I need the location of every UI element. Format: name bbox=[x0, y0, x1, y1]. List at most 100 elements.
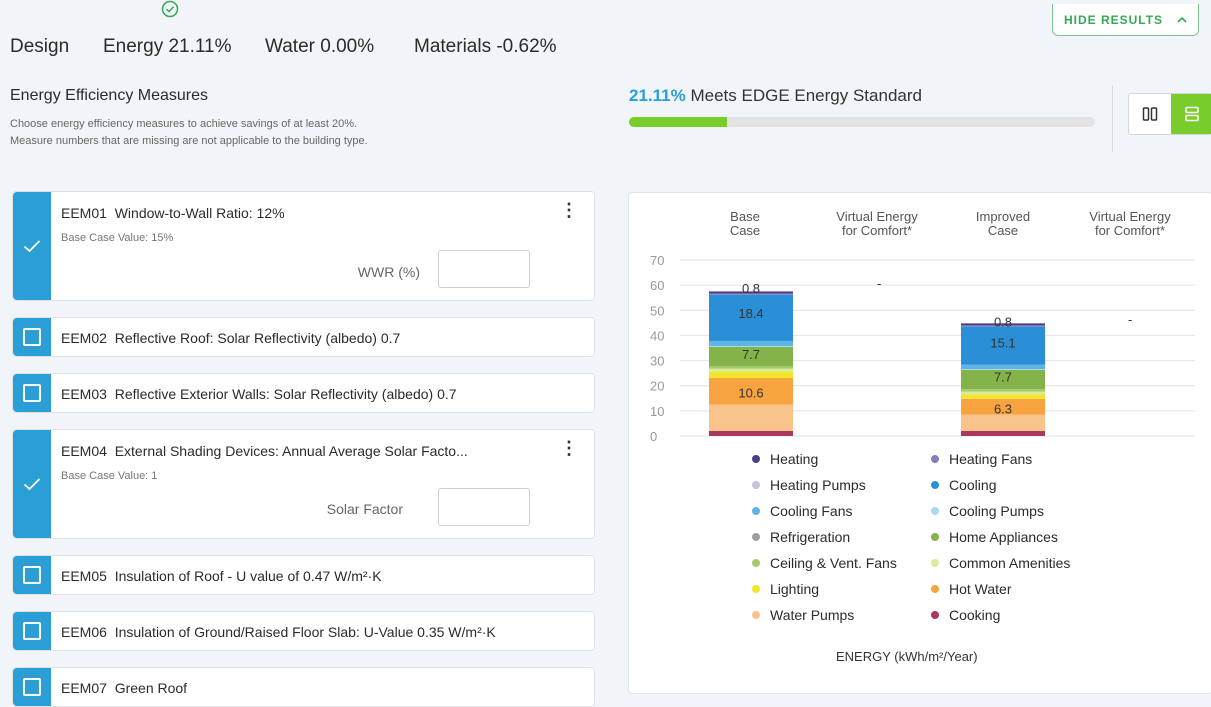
legend-label: Heating Fans bbox=[949, 451, 1033, 467]
columns-view-button[interactable] bbox=[1129, 94, 1171, 134]
data-label: 7.7 bbox=[742, 347, 760, 362]
measure-code: EEM06 bbox=[61, 624, 107, 640]
measure-title: EEM01 Window-to-Wall Ratio: 12% bbox=[61, 205, 285, 221]
legend-item[interactable]: Cooking bbox=[931, 607, 1000, 623]
measure-name: Insulation of Roof - U value of 0.47 W/m… bbox=[114, 568, 382, 584]
legend-label: Heating Pumps bbox=[770, 477, 866, 493]
legend-item[interactable]: Common Amenities bbox=[931, 555, 1070, 571]
measure-code: EEM05 bbox=[61, 568, 107, 584]
legend-item[interactable]: Hot Water bbox=[931, 581, 1012, 597]
energy-stacked-bar-chart: 0 10 20 30 40 50 60 70 0.8 18.4 7.7 10.6 0.8 15.1 7.7 6… bbox=[650, 253, 1195, 444]
legend-item[interactable]: Home Appliances bbox=[931, 529, 1058, 545]
divider bbox=[1112, 86, 1113, 152]
legend-item[interactable]: Cooling Fans bbox=[752, 503, 853, 519]
measure-name: Window-to-Wall Ratio: 12% bbox=[114, 205, 285, 221]
bar-segment[interactable] bbox=[961, 389, 1045, 392]
bar-segment[interactable] bbox=[709, 340, 793, 346]
legend-item[interactable]: Cooling Pumps bbox=[931, 503, 1044, 519]
tab-materials[interactable]: Materials -0.62% bbox=[414, 36, 557, 58]
measure-title: EEM04 External Shading Devices: Annual A… bbox=[61, 443, 468, 459]
data-label: 10.6 bbox=[738, 385, 763, 400]
measure-code: EEM07 bbox=[61, 680, 107, 696]
bar-segment[interactable] bbox=[961, 414, 1045, 431]
measure-code: EEM03 bbox=[61, 386, 107, 402]
y-tick-label: 20 bbox=[650, 379, 664, 394]
legend-item[interactable]: Cooling bbox=[931, 477, 996, 493]
bar-segment[interactable] bbox=[961, 364, 1045, 370]
y-tick-label: 50 bbox=[650, 303, 664, 318]
chevron-up-icon bbox=[1177, 16, 1187, 23]
energy-progress-fill bbox=[629, 117, 728, 127]
measure-card-eem01: EEM01 Window-to-Wall Ratio: 12% Base Cas… bbox=[12, 191, 595, 301]
data-label: 7.7 bbox=[994, 370, 1012, 385]
legend-label: Cooling Fans bbox=[770, 503, 853, 519]
section-description-line: Measure numbers that are missing are not… bbox=[10, 135, 368, 147]
y-tick-label: 10 bbox=[650, 404, 664, 419]
measure-checkbox[interactable] bbox=[13, 374, 51, 412]
legend-label: Hot Water bbox=[949, 581, 1012, 597]
virtual-energy-value: - bbox=[877, 276, 881, 291]
tab-water[interactable]: Water 0.00% bbox=[265, 36, 374, 58]
measure-title: EEM02 Reflective Roof: Solar Reflectivit… bbox=[61, 330, 400, 346]
section-title: Energy Efficiency Measures bbox=[10, 87, 209, 104]
legend-item[interactable]: Heating bbox=[752, 451, 818, 467]
checkmark-icon bbox=[23, 478, 41, 491]
measure-checkbox[interactable] bbox=[13, 192, 51, 300]
legend-label: Lighting bbox=[770, 581, 820, 597]
legend-dot bbox=[752, 455, 760, 463]
measure-card-eem04: EEM04 External Shading Devices: Annual A… bbox=[12, 429, 595, 539]
more-options-icon[interactable]: ⋮ bbox=[560, 439, 578, 457]
checkmark-icon bbox=[23, 240, 41, 253]
legend-dot bbox=[931, 533, 939, 541]
measure-name: Green Roof bbox=[114, 680, 188, 696]
measure-name: Reflective Exterior Walls: Solar Reflect… bbox=[114, 386, 457, 402]
measure-title: EEM07 Green Roof bbox=[61, 680, 187, 696]
bar-segment[interactable] bbox=[709, 368, 793, 372]
section-description: Choose energy efficiency measures to ach… bbox=[10, 116, 368, 150]
legend-item[interactable]: Lighting bbox=[752, 581, 819, 597]
measure-title: EEM06 Insulation of Ground/Raised Floor … bbox=[61, 624, 496, 640]
measure-base-value: Base Case Value: 1 bbox=[61, 470, 158, 482]
bar-segment[interactable] bbox=[709, 430, 793, 436]
measure-code: EEM04 bbox=[61, 443, 107, 459]
legend-label: Heating bbox=[770, 451, 819, 467]
bar-segment[interactable] bbox=[709, 404, 793, 431]
measure-checkbox[interactable] bbox=[13, 612, 51, 650]
y-tick-label: 30 bbox=[650, 354, 664, 369]
measure-checkbox[interactable] bbox=[13, 668, 51, 706]
bar-segment[interactable] bbox=[961, 394, 1045, 399]
bar-segment[interactable] bbox=[961, 430, 1045, 436]
measure-checkbox[interactable] bbox=[13, 430, 51, 538]
measure-checkbox[interactable] bbox=[13, 556, 51, 594]
tab-energy[interactable]: Energy 21.11% bbox=[103, 36, 232, 58]
legend-item[interactable]: Heating Fans bbox=[931, 451, 1032, 467]
bar-segment[interactable] bbox=[709, 366, 793, 369]
y-tick-label: 60 bbox=[650, 278, 664, 293]
checkbox-square bbox=[23, 566, 41, 584]
checkbox-square bbox=[23, 678, 41, 696]
checkbox-square bbox=[23, 622, 41, 640]
more-options-icon[interactable]: ⋮ bbox=[560, 201, 578, 219]
y-tick-label: 40 bbox=[650, 328, 664, 343]
measure-base-value: Base Case Value: 15% bbox=[61, 232, 174, 244]
legend-item[interactable]: Ceiling & Vent. Fans bbox=[752, 555, 897, 571]
data-label: 6.3 bbox=[994, 401, 1012, 416]
wwr-input[interactable] bbox=[438, 250, 530, 288]
solar-factor-input[interactable] bbox=[438, 488, 530, 526]
measure-checkbox[interactable] bbox=[13, 318, 51, 356]
checkbox-square bbox=[23, 328, 41, 346]
virtual-energy-value: - bbox=[1128, 312, 1132, 327]
legend-item[interactable]: Refrigeration bbox=[752, 529, 850, 545]
legend-item[interactable]: Water Pumps bbox=[752, 607, 854, 623]
legend-label: Water Pumps bbox=[770, 607, 855, 623]
tab-design[interactable]: Design bbox=[10, 36, 69, 58]
bar-segment[interactable] bbox=[961, 391, 1045, 395]
bar-segment[interactable] bbox=[709, 371, 793, 378]
hide-results-button[interactable]: HIDE RESULTS bbox=[1052, 4, 1199, 36]
legend-dot bbox=[931, 611, 939, 619]
rows-view-button[interactable] bbox=[1171, 94, 1211, 134]
legend-dot bbox=[752, 533, 760, 541]
energy-score: 21.11% Meets EDGE Energy Standard bbox=[629, 86, 922, 106]
legend-item[interactable]: Heating Pumps bbox=[752, 477, 866, 493]
check-circle-icon bbox=[161, 0, 179, 18]
